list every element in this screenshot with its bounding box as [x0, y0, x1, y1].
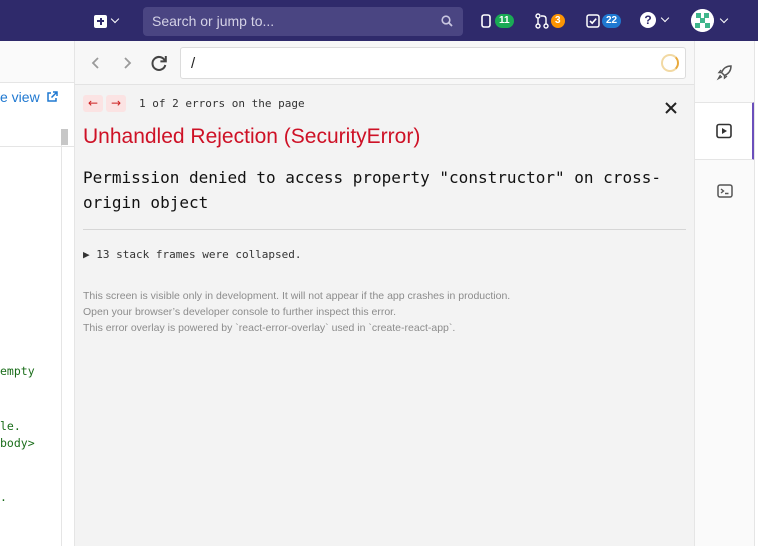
- editor-gutter-divider: [61, 145, 62, 546]
- back-arrow-icon[interactable]: [87, 54, 105, 72]
- search-input[interactable]: Search or jump to...: [143, 7, 463, 36]
- todos-link[interactable]: 22: [586, 12, 622, 30]
- merge-requests-count-badge: 3: [551, 14, 565, 28]
- error-title: Unhandled Rejection (SecurityError): [83, 125, 421, 148]
- code-line: .: [0, 490, 7, 504]
- editor-pane: e view empty le. body> .: [0, 41, 75, 546]
- footer-line: Open your browser’s developer console to…: [83, 306, 397, 318]
- error-message: Permission denied to access property "co…: [83, 165, 683, 215]
- code-line: le.: [0, 419, 21, 433]
- next-error-button[interactable]: →: [106, 95, 126, 112]
- refresh-icon[interactable]: [149, 53, 169, 73]
- play-preview-icon: [715, 123, 732, 139]
- close-icon[interactable]: [664, 101, 678, 115]
- code-line: body>: [0, 436, 35, 450]
- issues-link[interactable]: 11: [481, 12, 514, 30]
- chevron-down-icon: [660, 13, 670, 23]
- right-sidebar: [694, 41, 758, 546]
- plus-icon: [94, 14, 107, 28]
- external-link-icon: [46, 91, 58, 102]
- chevron-down-icon: [110, 14, 120, 24]
- preview-url-input[interactable]: /: [180, 47, 686, 79]
- error-message-line: origin object: [83, 193, 209, 212]
- preview-pane: / ← → 1 of 2 errors on the page Unhandle…: [75, 41, 694, 546]
- footer-line: This screen is visible only in developme…: [83, 290, 511, 302]
- help-icon: ?: [640, 12, 656, 28]
- new-dropdown-button[interactable]: [94, 11, 120, 31]
- view-file-link[interactable]: e view: [0, 89, 58, 105]
- view-file-link-label: e view: [0, 89, 40, 105]
- todos-count-badge: 22: [602, 14, 622, 28]
- error-message-line: Permission denied to access property "co…: [83, 168, 661, 187]
- previous-error-button[interactable]: ←: [83, 95, 103, 112]
- sidebar-item-terminal[interactable]: [695, 162, 755, 220]
- issues-count-badge: 11: [495, 14, 514, 28]
- loading-spinner-icon: [661, 54, 679, 72]
- collapsed-stack-frames-toggle[interactable]: ▶ 13 stack frames were collapsed.: [83, 248, 302, 261]
- merge-request-icon: [535, 13, 549, 29]
- footer-line: This error overlay is powered by `react-…: [83, 322, 456, 334]
- code-line: empty: [0, 364, 35, 378]
- user-menu-button[interactable]: [691, 9, 729, 32]
- rocket-icon: [716, 65, 732, 81]
- search-placeholder: Search or jump to...: [152, 13, 275, 29]
- window-edge: [754, 41, 758, 546]
- divider: [83, 229, 686, 230]
- help-dropdown-button[interactable]: ?: [640, 12, 670, 28]
- editor-scrollbar[interactable]: [61, 129, 68, 145]
- merge-requests-link[interactable]: 3: [535, 12, 565, 30]
- preview-browser-bar: /: [75, 41, 694, 85]
- sidebar-item-pipelines[interactable]: [695, 43, 755, 101]
- preview-url-value: /: [191, 55, 196, 72]
- avatar: [691, 9, 714, 32]
- sidebar-item-preview[interactable]: [695, 102, 755, 160]
- top-navbar: Search or jump to... 11 3 22 ?: [0, 0, 758, 41]
- error-count: 1 of 2 errors on the page: [139, 97, 305, 110]
- terminal-icon: [717, 184, 733, 198]
- issues-icon: [481, 14, 491, 28]
- search-icon: [441, 15, 453, 27]
- forward-arrow-icon[interactable]: [118, 54, 136, 72]
- chevron-down-icon: [719, 14, 729, 23]
- todo-check-icon: [586, 14, 600, 28]
- error-navigation: ← →: [83, 95, 126, 112]
- overlay-footer-note: This screen is visible only in developme…: [83, 288, 510, 336]
- editor-header: [0, 41, 74, 83]
